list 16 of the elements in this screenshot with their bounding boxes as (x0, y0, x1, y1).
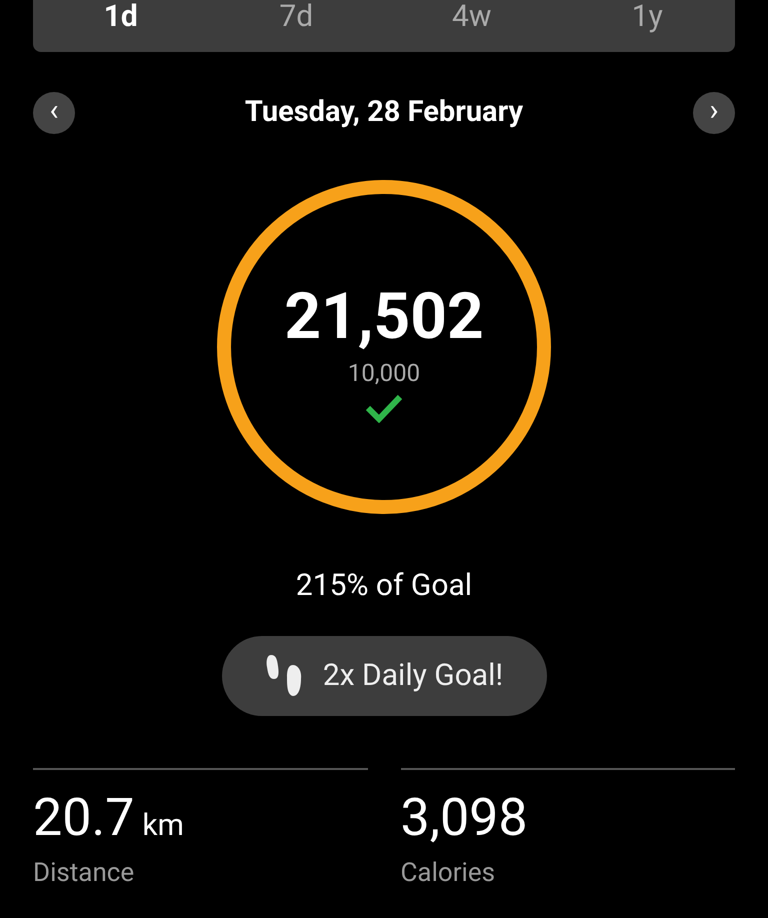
stat-value: 20.7 (33, 792, 134, 844)
period-tab[interactable]: 7d (208, 0, 384, 34)
stat-label: Calories (400, 856, 496, 890)
date-title: Tuesday, 28 February (244, 94, 524, 131)
step-count: 21,502 (284, 284, 484, 348)
goal-percentage: 215% of Goal (294, 566, 474, 604)
next-button[interactable]: › (692, 92, 735, 134)
stat-value: 3,098 (400, 792, 528, 844)
period-tab[interactable]: 1d (33, 0, 208, 34)
previous-button[interactable]: ‹ (33, 92, 75, 134)
period-tab[interactable]: 4w (384, 0, 560, 34)
period-tab[interactable]: 1y (560, 0, 735, 34)
goal-value: 10,000 (348, 360, 420, 384)
stat-label: Distance (33, 856, 136, 890)
stat-unit: km (142, 810, 184, 840)
badge-label: 2x Daily Goal! (322, 657, 504, 695)
